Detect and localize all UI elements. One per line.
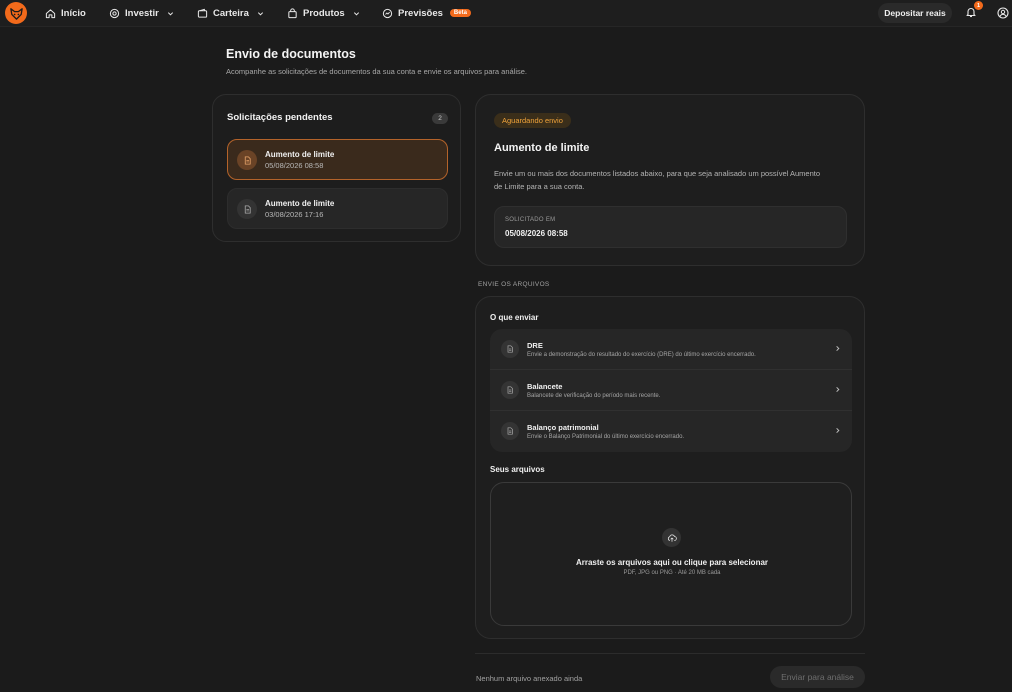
wallet-icon <box>197 8 208 18</box>
document-icon <box>507 427 513 435</box>
nav-item-carteira[interactable]: Carteira <box>197 6 264 20</box>
forecast-icon <box>382 8 393 18</box>
nav-label: Carteira <box>213 7 249 19</box>
document-name: Balanço patrimonial <box>527 423 599 432</box>
brand-logo[interactable] <box>5 2 27 24</box>
document-icon-wrap <box>501 381 519 399</box>
pending-count-badge: 2 <box>432 113 448 124</box>
requested-value: 05/08/2026 08:58 <box>505 229 568 238</box>
chevron-down-icon <box>257 11 263 15</box>
beta-badge: Beta <box>449 9 471 17</box>
document-name: Balancete <box>527 382 563 391</box>
nav-item-investir[interactable]: Investir <box>109 6 174 20</box>
footer-divider <box>475 653 865 654</box>
your-files-label: Seus arquivos <box>490 465 545 474</box>
top-navigation: Início Investir Carteira Produtos Previs… <box>0 0 1012 27</box>
document-description: Balancete de verificação do período mais… <box>527 393 661 399</box>
nav-label: Investir <box>125 7 159 19</box>
chevron-down-icon <box>353 11 359 15</box>
file-dropzone[interactable]: Arraste os arquivos aqui ou clique para … <box>490 482 852 626</box>
submit-for-analysis-button[interactable]: Enviar para análise <box>770 666 865 688</box>
what-to-send-label: O que enviar <box>490 313 539 322</box>
fox-logo-icon <box>9 7 23 20</box>
detail-description: Envie um ou mais dos documentos listados… <box>494 169 821 191</box>
nav-label: Início <box>61 7 86 19</box>
dropzone-title: Arraste os arquivos aqui ou clique para … <box>575 558 769 567</box>
request-name: Aumento de limite <box>265 199 335 208</box>
document-icon <box>507 345 513 353</box>
bag-icon <box>288 7 297 18</box>
document-icon <box>244 155 251 165</box>
document-list: DRE Envie a demonstração do resultado do… <box>490 329 852 452</box>
target-icon <box>109 8 120 18</box>
pending-title: Solicitações pendentes <box>227 112 333 123</box>
dropzone-hint: PDF, JPG ou PNG · Até 20 MB cada <box>623 570 721 576</box>
chevron-down-icon <box>167 11 173 15</box>
upload-section-label: ENVIE OS ARQUIVOS <box>478 281 550 288</box>
document-icon-wrap <box>237 150 257 170</box>
nav-label: Previsões <box>398 7 443 19</box>
request-item[interactable]: Aumento de limite 05/08/2026 08:58 <box>227 139 448 180</box>
notification-badge: 1 <box>974 1 983 10</box>
document-icon <box>244 204 251 214</box>
chevron-right-icon <box>836 345 840 352</box>
page-title: Envio de documentos <box>226 47 356 61</box>
page-subtitle: Acompanhe as solicitações de documentos … <box>226 67 528 76</box>
deposit-button[interactable]: Depositar reais <box>878 3 952 23</box>
upload-icon-wrap <box>662 528 681 547</box>
document-row-balancete[interactable]: Balancete Balancete de verificação do pe… <box>490 370 852 411</box>
request-date: 03/08/2026 17:16 <box>265 210 324 219</box>
status-badge: Aguardando envio <box>494 113 571 128</box>
request-detail-card: Aguardando envio Aumento de limite Envie… <box>475 94 865 266</box>
request-date: 05/08/2026 08:58 <box>265 161 324 170</box>
cloud-upload-icon <box>667 534 677 542</box>
no-file-status: Nenhum arquivo anexado ainda <box>476 674 583 683</box>
request-name: Aumento de limite <box>265 150 335 159</box>
home-icon <box>45 8 56 18</box>
chevron-right-icon <box>836 386 840 393</box>
document-description: Envie a demonstração do resultado do exe… <box>527 352 756 358</box>
requested-at-box: SOLICITADO EM 05/08/2026 08:58 <box>494 206 847 248</box>
document-icon-wrap <box>501 340 519 358</box>
nav-item-previsoes[interactable]: Previsões Beta <box>382 6 471 20</box>
request-item[interactable]: Aumento de limite 03/08/2026 17:16 <box>227 188 448 229</box>
detail-title: Aumento de limite <box>494 142 590 154</box>
document-icon-wrap <box>237 199 257 219</box>
chevron-right-icon <box>836 427 840 434</box>
nav-item-inicio[interactable]: Início <box>45 6 86 20</box>
nav-label: Produtos <box>303 7 345 19</box>
nav-item-produtos[interactable]: Produtos <box>287 6 360 20</box>
document-icon <box>507 386 513 394</box>
user-icon[interactable] <box>997 7 1009 19</box>
document-row-dre[interactable]: DRE Envie a demonstração do resultado do… <box>490 329 852 370</box>
document-description: Envie o Balanço Patrimonial do último ex… <box>527 434 685 440</box>
document-icon-wrap <box>501 422 519 440</box>
pending-requests-card: Solicitações pendentes 2 Aumento de limi… <box>212 94 461 242</box>
files-card: O que enviar DRE Envie a demonstração do… <box>475 296 865 639</box>
requested-label: SOLICITADO EM <box>505 217 556 223</box>
document-name: DRE <box>527 341 543 350</box>
document-row-balanco[interactable]: Balanço patrimonial Envie o Balanço Patr… <box>490 411 852 452</box>
